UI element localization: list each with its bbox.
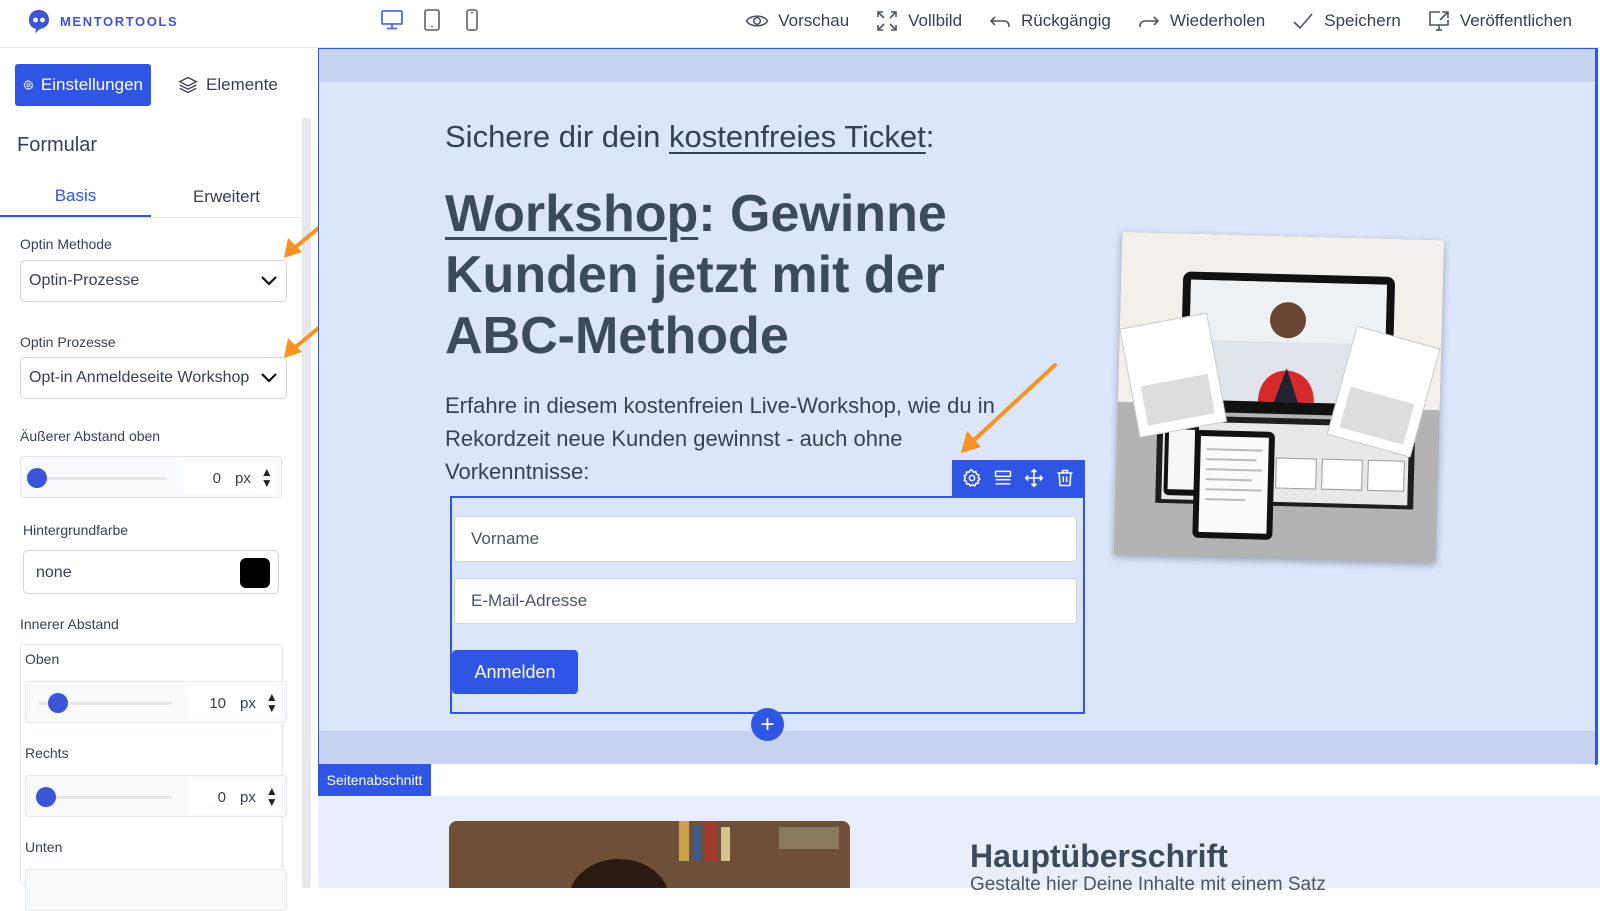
redo-button[interactable]: Wiederholen bbox=[1137, 8, 1265, 34]
phone-icon[interactable] bbox=[460, 8, 484, 32]
gear-icon bbox=[23, 80, 34, 90]
email-input[interactable]: E-Mail-Adresse bbox=[454, 578, 1077, 624]
editor-actions: Vorschau Vollbild Rückgängig Wiederholen… bbox=[745, 8, 1572, 34]
signup-button[interactable]: Anmelden bbox=[452, 650, 578, 694]
section-photo[interactable] bbox=[449, 821, 850, 888]
padding-top-slider-handle[interactable] bbox=[48, 693, 68, 713]
chevron-down-icon bbox=[261, 276, 277, 286]
section-badge[interactable]: Seitenabschnitt bbox=[318, 764, 431, 796]
preview-button[interactable]: Vorschau bbox=[745, 8, 849, 34]
color-swatch[interactable] bbox=[240, 558, 270, 588]
form-fields-icon[interactable] bbox=[993, 468, 1013, 488]
fullscreen-button[interactable]: Vollbild bbox=[875, 8, 962, 34]
settings-sidebar: Einstellungen Elemente Formular Basis Er… bbox=[0, 48, 376, 911]
top-toolbar: MENTORTOOLS Vorschau Vollbild Rückgängig… bbox=[0, 0, 1600, 48]
brand-name: MENTORTOOLS bbox=[60, 13, 179, 29]
background-color-label: Hintergrundfarbe bbox=[23, 522, 129, 538]
margin-top-label: Äußerer Abstand oben bbox=[20, 428, 161, 444]
section-text[interactable]: Gestalte hier Deine Inhalte mit einem Sa… bbox=[970, 874, 1326, 896]
trash-icon[interactable] bbox=[1055, 468, 1075, 488]
sidebar-tabs: Einstellungen Elemente bbox=[15, 64, 286, 106]
hero-kicker[interactable]: Sichere dir dein kostenfreies Ticket: bbox=[445, 119, 934, 155]
annotation-arrowhead bbox=[284, 238, 302, 258]
canvas-scrollbar[interactable] bbox=[1595, 49, 1597, 765]
settings-subtabs: Basis Erweitert bbox=[0, 176, 308, 218]
hero-description[interactable]: Erfahre in diesem kostenfreien Live-Work… bbox=[445, 389, 1035, 488]
optin-method-select[interactable]: Optin-Prozesse bbox=[20, 260, 287, 302]
section-title: Formular bbox=[17, 134, 98, 156]
gear-icon[interactable] bbox=[962, 468, 982, 488]
optin-process-label: Optin Prozesse bbox=[20, 334, 116, 350]
stepper-icon[interactable]: ▲ ▼ bbox=[266, 691, 278, 714]
redo-icon bbox=[1139, 16, 1159, 27]
undo-button[interactable]: Rückgängig bbox=[988, 8, 1111, 34]
padding-right-label: Rechts bbox=[25, 745, 69, 761]
padding-right-slider-track[interactable] bbox=[38, 796, 172, 799]
padding-right-slider-handle[interactable] bbox=[36, 787, 56, 807]
logo-icon bbox=[29, 10, 49, 33]
layers-icon bbox=[178, 76, 198, 94]
margin-top-input[interactable]: 0 px ▲ ▼ bbox=[183, 462, 275, 494]
tablet-icon[interactable] bbox=[420, 8, 444, 32]
page-canvas: Sichere dir dein kostenfreies Ticket: Wo… bbox=[318, 48, 1600, 895]
move-icon[interactable] bbox=[1024, 468, 1044, 488]
optin-method-label: Optin Methode bbox=[20, 236, 112, 252]
workshop-mockup-image[interactable] bbox=[1113, 231, 1445, 563]
padding-bottom-label: Unten bbox=[25, 839, 63, 855]
publish-button[interactable]: Veröffentlichen bbox=[1427, 8, 1572, 34]
hero-section[interactable]: Sichere dir dein kostenfreies Ticket: Wo… bbox=[318, 48, 1598, 765]
annotation-arrow-line bbox=[969, 363, 1057, 445]
section-padding-band bbox=[319, 49, 1597, 82]
margin-top-slider-track[interactable] bbox=[33, 477, 167, 480]
workshop-link[interactable]: Workshop bbox=[445, 185, 698, 243]
element-toolbar bbox=[952, 460, 1085, 496]
optin-form[interactable]: Vorname E-Mail-Adresse Anmelden bbox=[450, 496, 1085, 714]
ticket-link[interactable]: kostenfreies Ticket bbox=[669, 119, 926, 154]
padding-group: Oben 10 px ▲ ▼ Rechts 0 px ▲ ▼ Unten bbox=[20, 644, 287, 911]
section-padding-band bbox=[319, 731, 1597, 764]
annotation-arrowhead bbox=[284, 338, 302, 358]
padding-label: Innerer Abstand bbox=[20, 616, 119, 632]
tab-settings[interactable]: Einstellungen bbox=[15, 64, 151, 106]
save-button[interactable]: Speichern bbox=[1291, 8, 1401, 34]
section-heading[interactable]: Hauptüberschrift bbox=[970, 838, 1228, 875]
padding-top-control: 10 px ▲ ▼ bbox=[25, 681, 287, 723]
undo-icon bbox=[989, 16, 1010, 27]
padding-bottom-control bbox=[25, 869, 287, 911]
margin-top-control: 0 px ▲ ▼ bbox=[20, 456, 282, 498]
device-switcher bbox=[380, 8, 484, 32]
annotation-arrows bbox=[961, 363, 1057, 453]
check-icon bbox=[1293, 13, 1313, 30]
background-color-field[interactable]: none bbox=[23, 550, 279, 594]
padding-top-input[interactable]: 10 px ▲ ▼ bbox=[188, 687, 280, 719]
tab-elements[interactable]: Elemente bbox=[169, 64, 286, 106]
padding-right-control: 0 px ▲ ▼ bbox=[25, 775, 287, 817]
padding-top-label: Oben bbox=[25, 651, 60, 667]
add-element-button[interactable]: + bbox=[751, 708, 784, 741]
stepper-icon[interactable]: ▲ ▼ bbox=[261, 466, 273, 489]
tab-basic[interactable]: Basis bbox=[0, 176, 151, 217]
optin-process-select[interactable]: Opt-in Anmeldeseite Workshop bbox=[20, 357, 287, 399]
first-name-input[interactable]: Vorname bbox=[454, 516, 1077, 562]
publish-icon bbox=[1429, 11, 1449, 31]
fullscreen-icon bbox=[877, 11, 897, 31]
logo: MENTORTOOLS bbox=[26, 8, 178, 34]
desktop-icon[interactable] bbox=[380, 8, 404, 32]
eye-icon bbox=[745, 15, 769, 27]
hero-headline[interactable]: Workshop: Gewinne Kunden jetzt mit der A… bbox=[445, 184, 965, 367]
margin-top-slider-handle[interactable] bbox=[27, 468, 47, 488]
padding-right-input[interactable]: 0 px ▲ ▼ bbox=[188, 781, 280, 813]
stepper-icon[interactable]: ▲ ▼ bbox=[266, 785, 278, 808]
chevron-down-icon bbox=[261, 373, 277, 383]
